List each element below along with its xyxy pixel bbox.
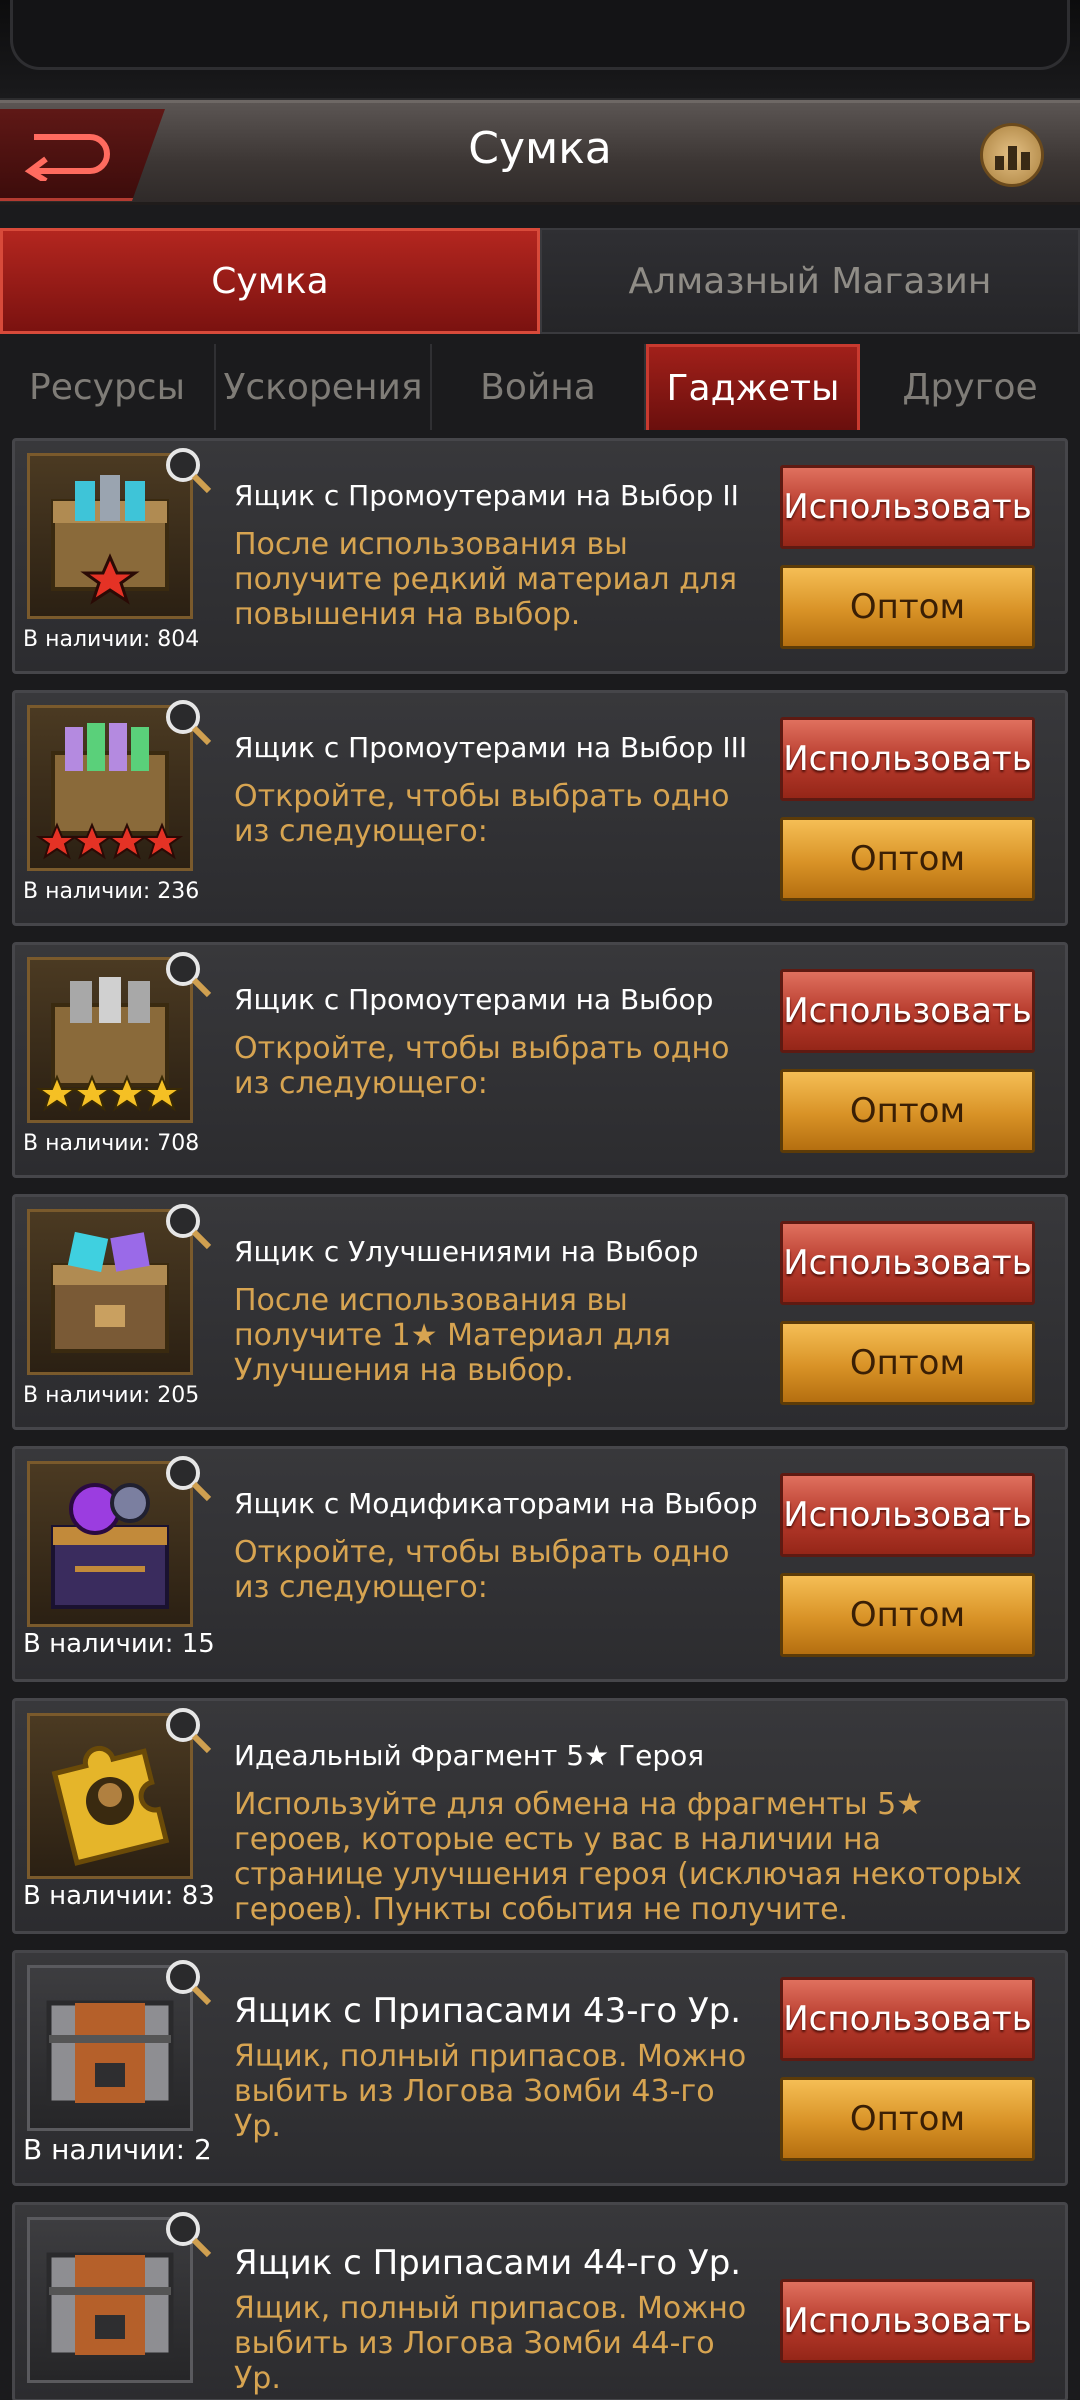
item-description: Ящик, полный припасов. Можно выбить из Л… xyxy=(234,2039,747,2144)
page-title: Сумка xyxy=(468,123,612,174)
use-button[interactable]: Использовать xyxy=(780,1473,1035,1557)
use-button[interactable]: Использовать xyxy=(780,2279,1035,2363)
magnifier-icon[interactable] xyxy=(163,1705,213,1755)
stock-count: В наличии: 83 xyxy=(23,1881,215,1911)
item-title: Ящик с Модификаторами на Выбор xyxy=(234,1487,758,1520)
stock-count: В наличии: 15 xyxy=(23,1629,215,1659)
tab-speedups[interactable]: Ускорения xyxy=(216,344,432,430)
bar-chart-icon xyxy=(1007,146,1017,170)
item-title: Ящик с Промоутерами на Выбор II xyxy=(234,479,739,512)
item-description: Откройте, чтобы выбрать одно из следующе… xyxy=(234,779,730,849)
header: Сумка xyxy=(0,100,1080,205)
tab-gadgets[interactable]: Гаджеты xyxy=(646,344,860,430)
use-button[interactable]: Использовать xyxy=(780,465,1035,549)
bulk-button[interactable]: Оптом xyxy=(780,1321,1035,1405)
bulk-button[interactable]: Оптом xyxy=(780,817,1035,901)
item-description: Откройте, чтобы выбрать одно из следующе… xyxy=(234,1031,730,1101)
item-title: Ящик с Промоутерами на Выбор xyxy=(234,983,714,1016)
bar-chart-icon xyxy=(1020,152,1030,170)
tab-resources[interactable]: Ресурсы xyxy=(0,344,216,430)
bulk-button[interactable]: Оптом xyxy=(780,1069,1035,1153)
item-description: Откройте, чтобы выбрать одно из следующе… xyxy=(234,1535,730,1605)
list-item: В наличии: 804 Ящик с Промоутерами на Вы… xyxy=(12,438,1068,674)
list-item: В наличии: 205 Ящик с Улучшениями на Выб… xyxy=(12,1194,1068,1430)
item-description: Используйте для обмена на фрагменты 5★ г… xyxy=(234,1787,1022,1927)
item-description: После использования вы получите 1★ Матер… xyxy=(234,1283,671,1388)
stats-button[interactable] xyxy=(980,123,1044,187)
list-item: Ящик с Припасами 44-го Ур. Ящик, полный … xyxy=(12,2202,1068,2400)
stock-count: В наличии: 236 xyxy=(23,879,200,904)
stock-count: В наличии: 2 xyxy=(23,2133,212,2166)
item-description: После использования вы получите редкий м… xyxy=(234,527,738,632)
magnifier-icon[interactable] xyxy=(163,1957,213,2007)
magnifier-icon[interactable] xyxy=(163,697,213,747)
use-button[interactable]: Использовать xyxy=(780,1977,1035,2061)
top-frame xyxy=(0,0,1080,100)
use-button[interactable]: Использовать xyxy=(780,717,1035,801)
use-button[interactable]: Использовать xyxy=(780,969,1035,1053)
top-frame-inner xyxy=(10,0,1070,70)
item-title: Ящик с Промоутерами на Выбор III xyxy=(234,731,748,764)
magnifier-icon[interactable] xyxy=(163,1453,213,1503)
magnifier-icon[interactable] xyxy=(163,1201,213,1251)
list-item: В наличии: 236 Ящик с Промоутерами на Вы… xyxy=(12,690,1068,926)
main-tabs: Сумка Алмазный Магазин xyxy=(0,228,1080,334)
magnifier-icon[interactable] xyxy=(163,445,213,495)
tab-diamond-shop[interactable]: Алмазный Магазин xyxy=(540,228,1080,334)
tab-other[interactable]: Другое xyxy=(860,344,1080,430)
stock-count: В наличии: 205 xyxy=(23,1383,200,1408)
item-title: Ящик с Припасами 44-го Ур. xyxy=(234,2243,742,2283)
use-button[interactable]: Использовать xyxy=(780,1221,1035,1305)
list-item: В наличии: 15 Ящик с Модификаторами на В… xyxy=(12,1446,1068,1682)
sub-tabs: Ресурсы Ускорения Война Гаджеты Другое xyxy=(0,344,1080,430)
tab-war[interactable]: Война xyxy=(432,344,646,430)
list-item: В наличии: 83 Идеальный Фрагмент 5★ Геро… xyxy=(12,1698,1068,1934)
bulk-button[interactable]: Оптом xyxy=(780,565,1035,649)
magnifier-icon[interactable] xyxy=(163,2209,213,2259)
stock-count: В наличии: 708 xyxy=(23,1131,200,1156)
tab-bag[interactable]: Сумка xyxy=(0,228,540,334)
stock-count: В наличии: 804 xyxy=(23,627,200,652)
magnifier-icon[interactable] xyxy=(163,949,213,999)
list-item: В наличии: 708 Ящик с Промоутерами на Вы… xyxy=(12,942,1068,1178)
bulk-button[interactable]: Оптом xyxy=(780,2077,1035,2161)
list-item: В наличии: 2 Ящик с Припасами 43-го Ур. … xyxy=(12,1950,1068,2186)
item-description: Ящик, полный припасов. Можно выбить из Л… xyxy=(234,2291,747,2396)
bulk-button[interactable]: Оптом xyxy=(780,1573,1035,1657)
bar-chart-icon xyxy=(994,156,1004,170)
item-title: Идеальный Фрагмент 5★ Героя xyxy=(234,1739,705,1772)
item-title: Ящик с Улучшениями на Выбор xyxy=(234,1235,699,1268)
item-title: Ящик с Припасами 43-го Ур. xyxy=(234,1991,742,2031)
